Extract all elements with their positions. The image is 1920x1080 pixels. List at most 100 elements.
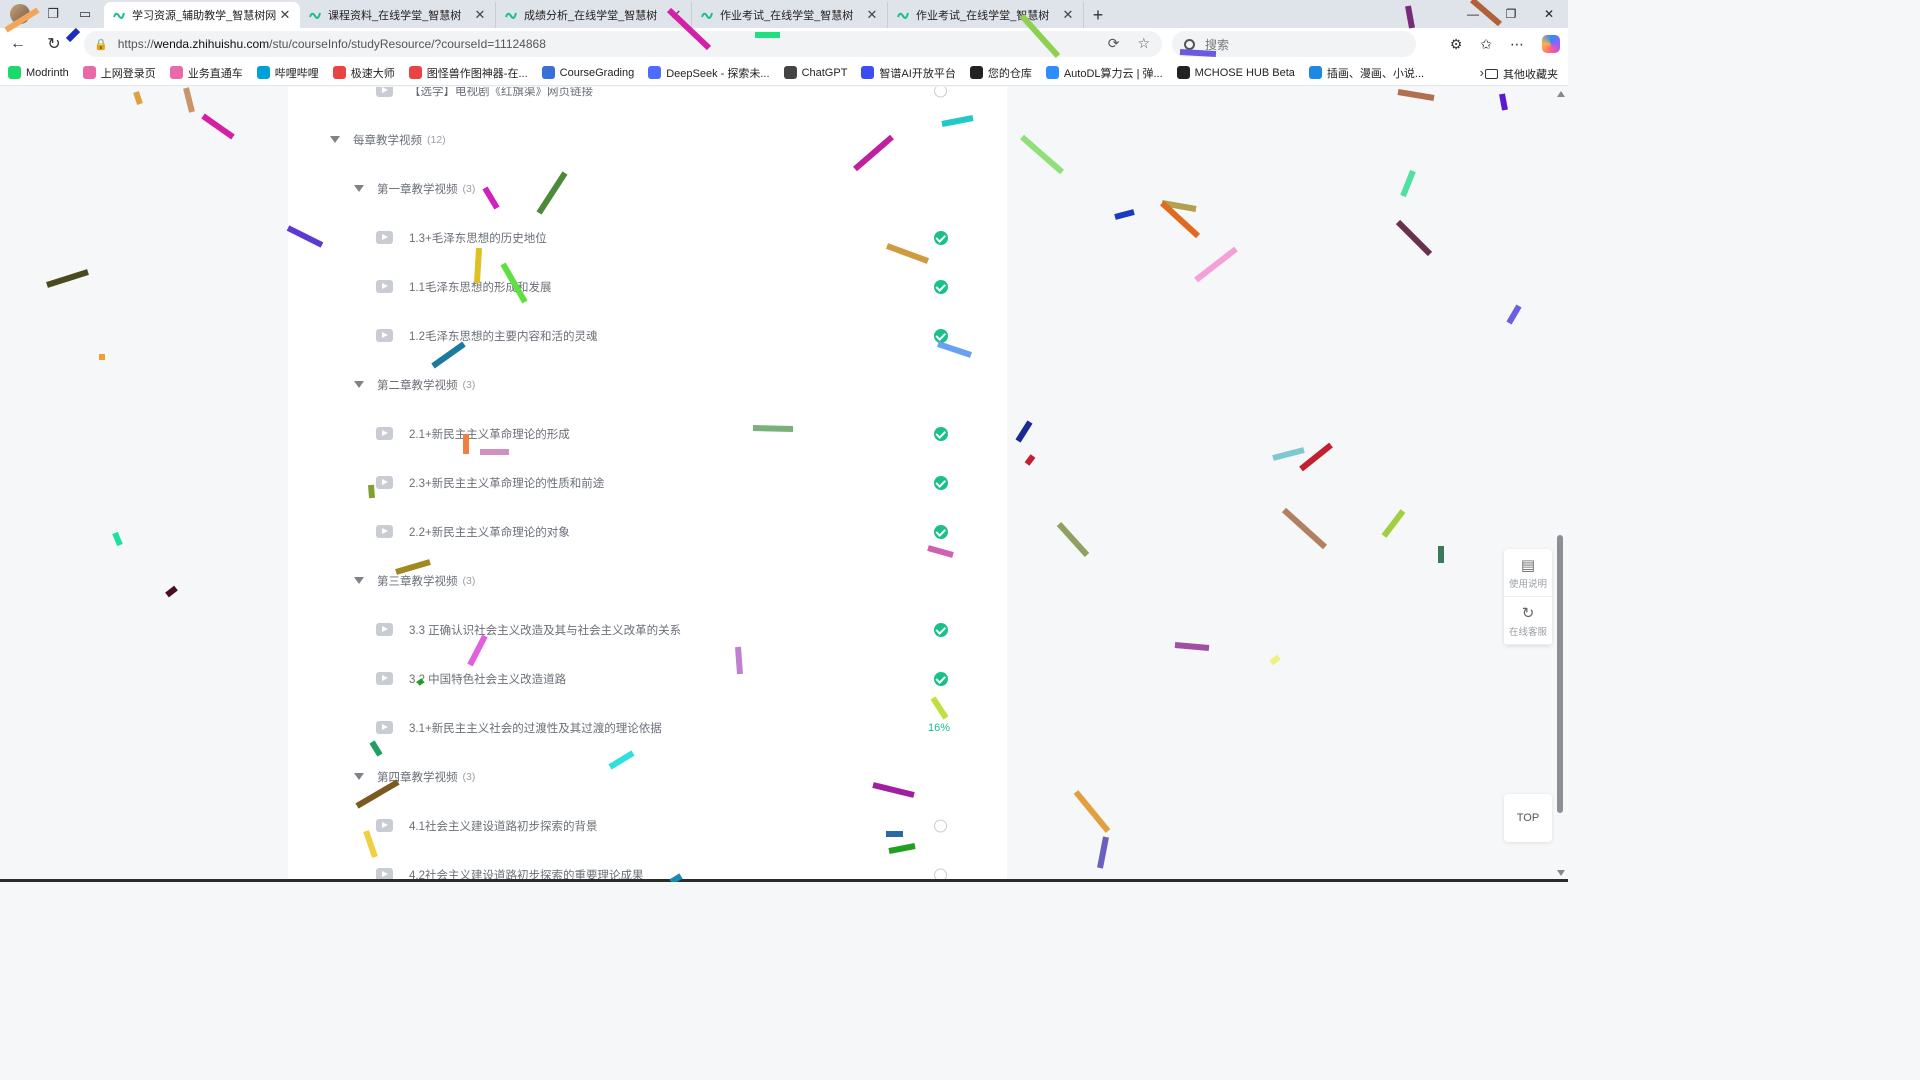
bookmark-item[interactable]: 业务直通车: [169, 65, 243, 81]
resource-item[interactable]: 【选学】电视剧《红旗渠》网页链接: [288, 87, 1007, 115]
video-status: [934, 819, 947, 832]
chapter-header[interactable]: 第二章教学视频 (3): [288, 360, 1007, 409]
video-item[interactable]: 1.1毛泽东思想的形成和发展: [288, 262, 1007, 311]
other-favorites-button[interactable]: 其他收藏夹: [1485, 66, 1558, 82]
section-count: (12): [427, 133, 446, 146]
bookmark-item[interactable]: AutoDL算力云 | 弹...: [1045, 65, 1163, 81]
side-tools-panel: ▤ 使用说明 ↻ 在线客服: [1504, 549, 1552, 645]
video-item[interactable]: 3.2 中国特色社会主义改造道路: [288, 654, 1007, 703]
extensions-icon[interactable]: ⚙: [1450, 36, 1463, 53]
bookmark-item[interactable]: 您的仓库: [969, 65, 1032, 81]
tab-close-icon[interactable]: ✕: [669, 7, 683, 23]
scroll-up-icon[interactable]: [1557, 91, 1565, 97]
tab-3[interactable]: 作业考试_在线学堂_智慧树 ✕: [692, 2, 888, 28]
page-scrollbar[interactable]: [1554, 87, 1568, 882]
url-prefix: https://: [117, 37, 154, 51]
video-item[interactable]: 1.2毛泽东思想的主要内容和活的灵魂: [288, 311, 1007, 360]
collapse-caret-icon[interactable]: [354, 185, 364, 192]
refresh-icon[interactable]: ↻: [36, 28, 72, 60]
scrollbar-thumb[interactable]: [1557, 535, 1563, 813]
bookmark-favicon-icon: [861, 66, 875, 79]
collapse-caret-icon[interactable]: [354, 381, 364, 388]
bookmark-item[interactable]: 插画、漫画、小说...: [1308, 65, 1424, 81]
bookmark-item[interactable]: Modrinth: [8, 66, 69, 79]
maximize-icon[interactable]: ❐: [1492, 0, 1530, 28]
copilot-icon[interactable]: [1542, 35, 1560, 53]
video-item[interactable]: 2.2+新民主主义革命理论的对象: [288, 507, 1007, 556]
video-item[interactable]: 1.3+毛泽东思想的历史地位: [288, 213, 1007, 262]
tab-1[interactable]: 课程资料_在线学堂_智慧树 ✕: [300, 2, 496, 28]
profile-avatar[interactable]: [10, 4, 30, 24]
tab-strip: ❐ ▭ 学习资源_辅助教学_智慧树网 ✕ 课程资料_在线学堂_智慧树 ✕ 成绩分…: [0, 0, 1568, 28]
video-item[interactable]: 3.1+新民主主义社会的过渡性及其过渡的理论依据 16%: [288, 703, 1007, 752]
collapse-caret-icon[interactable]: [354, 773, 364, 780]
scroll-down-icon[interactable]: [1557, 870, 1565, 876]
workspaces-icon[interactable]: ❐: [44, 5, 62, 23]
tab-close-icon[interactable]: ✕: [865, 7, 879, 23]
tab-0[interactable]: 学习资源_辅助教学_智慧树网 ✕: [104, 2, 300, 28]
lock-icon[interactable]: 🔒: [94, 38, 108, 51]
study-resource-list: 【选学】电视剧《红旗渠》网页链接 每章教学视频 (12) 第一章教学视频 (3) 1.3+…: [288, 87, 1007, 882]
favorites-icon[interactable]: ✩: [1480, 36, 1492, 53]
bookmark-item[interactable]: 图怪兽作图神器-在...: [408, 65, 528, 81]
bookmark-item[interactable]: 智谱AI开放平台: [861, 65, 956, 81]
bookmark-item[interactable]: 上网登录页: [82, 65, 156, 81]
chapter-header[interactable]: 第一章教学视频 (3): [288, 164, 1007, 213]
tab-actions-icon[interactable]: ▭: [76, 5, 94, 23]
more-menu-icon[interactable]: ⋯: [1510, 36, 1524, 53]
search-input[interactable]: 搜索: [1172, 31, 1416, 57]
completed-check-icon: [934, 230, 948, 245]
bookmarks-overflow-chevron-icon[interactable]: ›: [1480, 65, 1484, 80]
zhihuishu-favicon-icon: [309, 12, 321, 19]
online-service-button[interactable]: ↻ 在线客服: [1504, 597, 1552, 645]
collapse-caret-icon[interactable]: [354, 577, 364, 584]
bookmark-item[interactable]: CourseGrading: [541, 66, 634, 79]
bookmark-item[interactable]: 哔哩哔哩: [256, 65, 319, 81]
video-item[interactable]: 3.3 正确认识社会主义改造及其与社会主义改革的关系: [288, 605, 1007, 654]
new-tab-button[interactable]: +: [1084, 2, 1112, 28]
chapter-title: 第三章教学视频: [377, 575, 458, 588]
video-title: 3.2 中国特色社会主义改造道路: [409, 673, 567, 686]
tab-4[interactable]: 作业考试_在线学堂_智慧树 ✕: [888, 2, 1084, 28]
video-item[interactable]: 2.1+新民主主义革命理论的形成: [288, 409, 1007, 458]
completed-check-icon: [934, 524, 948, 539]
video-title: 2.3+新民主主义革命理论的性质和前途: [409, 477, 605, 490]
bookmark-favicon-icon: [783, 66, 797, 79]
close-window-icon[interactable]: ✕: [1530, 0, 1568, 28]
video-status: [934, 426, 948, 441]
collapse-caret-icon[interactable]: [330, 136, 340, 143]
minimize-icon[interactable]: —: [1454, 0, 1492, 28]
tab-2[interactable]: 成绩分析_在线学堂_智慧树 ✕: [496, 2, 692, 28]
video-item[interactable]: 4.1社会主义建设道路初步探索的背景: [288, 801, 1007, 850]
not-started-circle-icon: [934, 819, 947, 832]
read-aloud-icon[interactable]: ⟳: [1108, 35, 1120, 52]
bookmark-item[interactable]: DeepSeek - 探索未...: [648, 65, 770, 81]
chapter-title: 第一章教学视频: [377, 183, 458, 196]
video-item[interactable]: 4.2社会主义建设道路初步探索的重要理论成果: [288, 850, 1007, 882]
completed-check-icon: [934, 475, 948, 490]
play-video-icon: [376, 672, 393, 685]
address-bar[interactable]: 🔒 https://wenda.zhihuishu.com/stu/course…: [84, 31, 1162, 57]
tab-close-icon[interactable]: ✕: [473, 7, 487, 23]
online-service-label: 在线客服: [1508, 626, 1547, 638]
video-item[interactable]: 2.3+新民主主义革命理论的性质和前途: [288, 458, 1007, 507]
tab-close-icon[interactable]: ✕: [278, 7, 292, 23]
video-status: [934, 87, 947, 97]
user-guide-button[interactable]: ▤ 使用说明: [1504, 549, 1552, 597]
back-to-top-button[interactable]: TOP: [1504, 794, 1552, 842]
favorite-star-icon[interactable]: ☆: [1137, 35, 1150, 52]
play-video-icon: [376, 329, 393, 342]
bookmark-item[interactable]: MCHOSE HUB Beta: [1176, 66, 1295, 79]
bookmark-favicon-icon: [1308, 66, 1322, 79]
section-header[interactable]: 每章教学视频 (12): [288, 115, 1007, 164]
bookmark-label: 极速大师: [350, 67, 395, 80]
chapter-header[interactable]: 第四章教学视频 (3): [288, 752, 1007, 801]
bookmark-label: 上网登录页: [100, 67, 156, 80]
tab-close-icon[interactable]: ✕: [1061, 7, 1075, 23]
bookmark-item[interactable]: 极速大师: [332, 65, 395, 81]
video-title: 2.2+新民主主义革命理论的对象: [409, 526, 570, 539]
back-icon[interactable]: ←: [0, 28, 36, 60]
play-video-icon: [376, 819, 393, 832]
bookmark-item[interactable]: ChatGPT: [783, 66, 847, 79]
chapter-header[interactable]: 第三章教学视频 (3): [288, 556, 1007, 605]
